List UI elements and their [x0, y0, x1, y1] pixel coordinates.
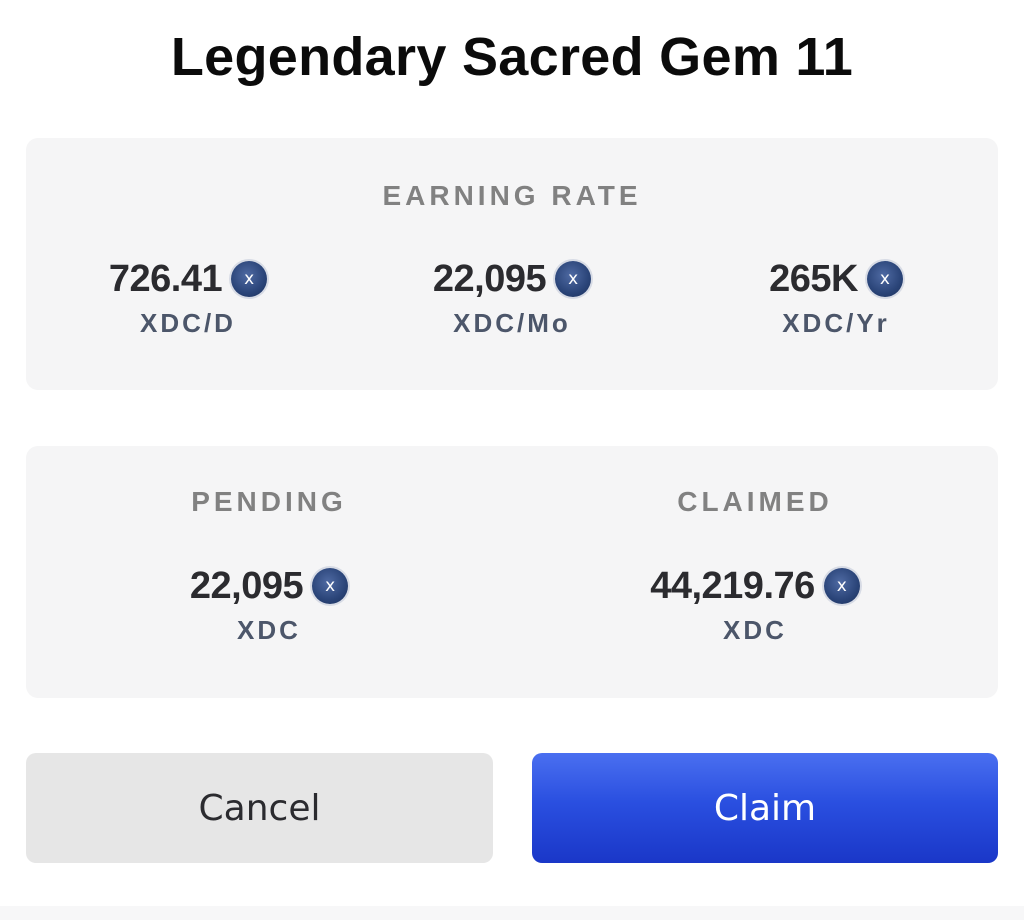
- xdc-coin-icon: x: [823, 568, 860, 604]
- daily-rate-unit: XDC/D: [140, 308, 236, 338]
- claimed-section: CLAIMED 44,219.76 x XDC: [512, 446, 998, 698]
- pending-label: PENDING: [191, 486, 347, 517]
- pending-section: PENDING 22,095 x XDC: [26, 446, 512, 698]
- bottom-divider: [0, 906, 1024, 920]
- daily-rate-value: 726.41: [108, 257, 223, 300]
- pending-stat: 22,095 x XDC: [26, 563, 512, 647]
- claimed-stat: 44,219.76 x XDC: [512, 563, 998, 647]
- cancel-button[interactable]: Cancel: [26, 753, 493, 863]
- earning-rate-card: EARNING RATE 726.41 x XDC/D 22,095 x XDC…: [26, 138, 998, 390]
- monthly-rate-unit: XDC/Mo: [453, 308, 571, 338]
- yearly-rate-unit: XDC/Yr: [782, 308, 890, 338]
- xdc-coin-icon: x: [312, 568, 349, 604]
- xdc-coin-icon: x: [231, 261, 268, 297]
- earning-rate-label: EARNING RATE: [382, 180, 642, 211]
- monthly-rate-stat: 22,095 x XDC/Mo: [350, 256, 674, 340]
- pending-value: 22,095: [189, 564, 304, 607]
- dialog-title: Legendary Sacred Gem 11: [170, 27, 854, 87]
- balances-card: PENDING 22,095 x XDC CLAIMED 44,219.76 x…: [26, 446, 998, 698]
- claimed-unit: XDC: [723, 615, 787, 645]
- claim-dialog: Legendary Sacred Gem 11 EARNING RATE 726…: [0, 0, 1024, 920]
- yearly-rate-value: 265K: [769, 257, 858, 300]
- pending-unit: XDC: [237, 615, 301, 645]
- xdc-coin-icon: x: [555, 261, 592, 297]
- claimed-label: CLAIMED: [677, 486, 833, 517]
- claimed-value: 44,219.76: [650, 564, 815, 607]
- yearly-rate-stat: 265K x XDC/Yr: [674, 256, 998, 340]
- xdc-coin-icon: x: [866, 261, 903, 297]
- claim-button[interactable]: Claim: [532, 753, 998, 863]
- monthly-rate-value: 22,095: [432, 257, 547, 300]
- daily-rate-stat: 726.41 x XDC/D: [26, 256, 350, 340]
